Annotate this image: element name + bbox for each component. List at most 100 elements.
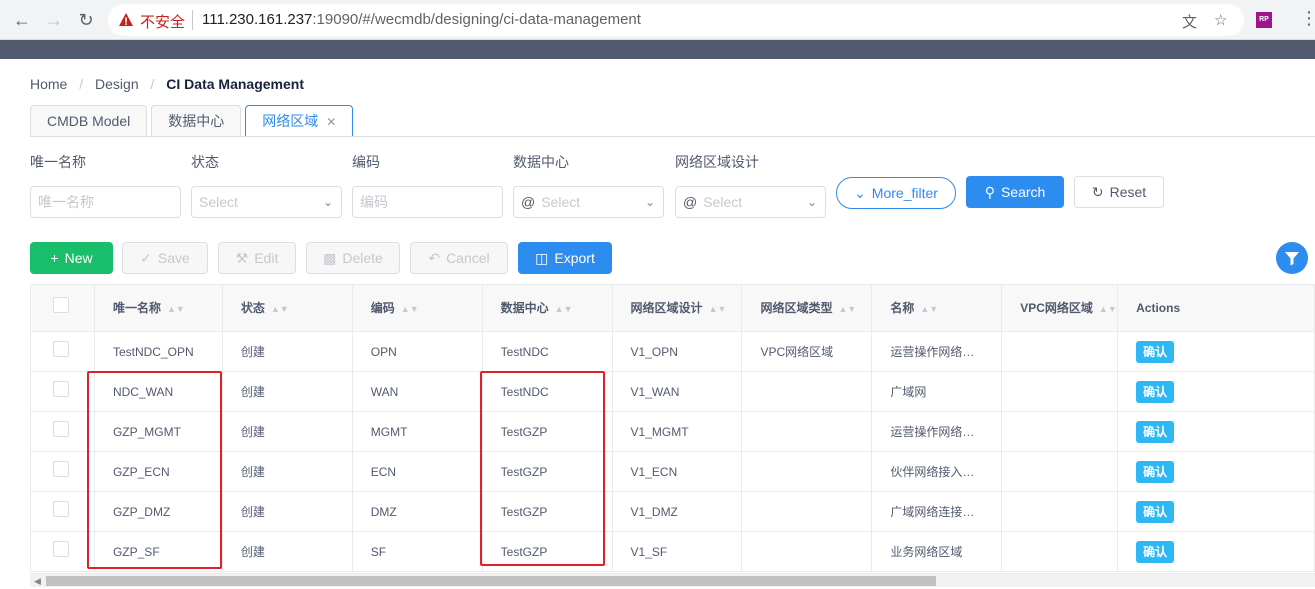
breadcrumb: Home / Design / CI Data Management xyxy=(30,76,312,92)
filter-label-status: 状态 xyxy=(191,154,219,170)
table-row[interactable]: GZP_DMZ 创建 DMZ TestGZP V1_DMZ 广域网络连接… 确认 xyxy=(31,492,1315,532)
row-select-cell xyxy=(31,452,95,491)
scroll-left-icon[interactable]: ◀ xyxy=(34,574,41,588)
breadcrumb-current: CI Data Management xyxy=(166,76,304,92)
sort-icon[interactable]: ▲▼ xyxy=(709,304,727,314)
back-icon[interactable]: ← xyxy=(10,8,34,32)
table-row[interactable]: GZP_MGMT 创建 MGMT TestGZP V1_MGMT 运营操作网络… 确认 xyxy=(31,412,1315,452)
export-icon: ◫ xyxy=(535,250,549,266)
status-select[interactable]: Select ⌄ xyxy=(191,186,342,218)
column-header[interactable]: 唯一名称 ▲▼ xyxy=(95,285,223,331)
tab-cmdb-model[interactable]: CMDB Model xyxy=(30,105,148,137)
table-row[interactable]: GZP_ECN 创建 ECN TestGZP V1_ECN 伙伴网络接入… 确认 xyxy=(31,452,1315,492)
row-checkbox[interactable] xyxy=(53,540,69,557)
code-input[interactable]: 编码 xyxy=(352,186,503,218)
table-row[interactable]: NDC_WAN 创建 WAN TestNDC V1_WAN 广域网 确认 xyxy=(31,372,1315,412)
horizontal-scrollbar[interactable]: ◀ xyxy=(30,573,1315,587)
table-cell: SF xyxy=(353,532,483,571)
table-cell xyxy=(742,532,873,571)
column-header[interactable]: 数据中心 ▲▼ xyxy=(483,285,613,331)
sort-icon[interactable]: ▲▼ xyxy=(1099,304,1117,314)
confirm-button[interactable]: 确认 xyxy=(1136,381,1175,403)
table-cell: ECN xyxy=(353,452,483,491)
row-checkbox[interactable] xyxy=(53,340,69,357)
unique-name-input[interactable]: 唯一名称 xyxy=(30,186,181,218)
table-cell: 确认 xyxy=(1118,452,1315,491)
row-checkbox[interactable] xyxy=(53,460,69,477)
extension-icon[interactable]: RP xyxy=(1256,12,1272,28)
filter-label-code: 编码 xyxy=(352,154,380,170)
annotation-box-unique-names xyxy=(87,371,222,569)
table-body: TestNDC_OPN 创建 OPN TestNDC V1_OPN VPC网络区域 运营操作… xyxy=(31,332,1315,572)
column-filter-button[interactable] xyxy=(1276,242,1308,274)
cancel-button[interactable]: ↶ Cancel xyxy=(410,242,508,274)
reload-icon[interactable]: ↻ xyxy=(74,8,98,32)
browser-menu-icon[interactable]: ⋮ xyxy=(1300,8,1315,29)
breadcrumb-design[interactable]: Design xyxy=(95,76,139,92)
table-cell: V1_OPN xyxy=(613,332,743,371)
at-icon: @ xyxy=(521,194,536,210)
table-cell: TestNDC_OPN xyxy=(95,332,223,371)
tab-network-zone[interactable]: 网络区域 ✕ xyxy=(245,105,354,137)
datacenter-select[interactable]: @ Select ⌄ xyxy=(513,186,664,218)
confirm-button[interactable]: 确认 xyxy=(1136,461,1175,483)
sort-icon[interactable]: ▲▼ xyxy=(167,304,185,314)
export-button[interactable]: ◫ Export xyxy=(518,242,612,274)
row-checkbox[interactable] xyxy=(53,380,69,397)
table-row[interactable]: TestNDC_OPN 创建 OPN TestNDC V1_OPN VPC网络区域 运营操作… xyxy=(31,332,1315,372)
confirm-button[interactable]: 确认 xyxy=(1136,541,1175,563)
table-cell: 确认 xyxy=(1118,412,1315,451)
sort-icon[interactable]: ▲▼ xyxy=(838,304,856,314)
breadcrumb-home[interactable]: Home xyxy=(30,76,67,92)
column-header[interactable]: 网络区域设计 ▲▼ xyxy=(613,285,743,331)
table-cell xyxy=(1002,452,1119,491)
tab-data-center[interactable]: 数据中心 xyxy=(151,105,242,137)
column-header[interactable]: VPC网络区域 ▲▼ xyxy=(1002,285,1119,331)
address-bar[interactable]: 不安全 111.230.161.237:19090/#/wecmdb/desig… xyxy=(108,4,1244,36)
more-filter-button[interactable]: ⌄ More_filter xyxy=(836,177,956,209)
forward-icon[interactable]: → xyxy=(42,8,66,32)
edit-button[interactable]: ⚒ Edit xyxy=(218,242,296,274)
translate-icon[interactable]: 文 xyxy=(1182,11,1197,32)
delete-button[interactable]: ▩ Delete xyxy=(306,242,400,274)
sort-icon[interactable]: ▲▼ xyxy=(271,304,289,314)
save-button[interactable]: ✓ Save xyxy=(122,242,208,274)
column-header[interactable]: 网络区域类型 ▲▼ xyxy=(742,285,873,331)
table-cell: WAN xyxy=(353,372,483,411)
new-button[interactable]: + New xyxy=(30,242,113,274)
table-cell xyxy=(742,492,873,531)
table-row[interactable]: GZP_SF 创建 SF TestGZP V1_SF 业务网络区域 确认 xyxy=(31,532,1315,572)
table-cell: DMZ xyxy=(353,492,483,531)
row-checkbox[interactable] xyxy=(53,420,69,437)
table-cell xyxy=(1002,412,1119,451)
filter-label-unique-name: 唯一名称 xyxy=(30,154,86,170)
table-cell xyxy=(1002,492,1119,531)
sort-icon[interactable]: ▲▼ xyxy=(920,304,938,314)
bookmark-star-icon[interactable]: ☆ xyxy=(1214,11,1227,29)
table-cell xyxy=(1002,332,1119,371)
confirm-button[interactable]: 确认 xyxy=(1136,421,1175,443)
confirm-button[interactable]: 确认 xyxy=(1136,341,1175,363)
search-icon: ⚲ xyxy=(984,184,995,200)
scrollbar-thumb[interactable] xyxy=(46,576,936,586)
select-all-checkbox[interactable] xyxy=(53,296,69,313)
close-icon[interactable]: ✕ xyxy=(326,115,336,129)
table-cell xyxy=(1002,532,1119,571)
undo-icon: ↶ xyxy=(428,250,441,266)
filter-label-zone-design: 网络区域设计 xyxy=(675,154,759,170)
column-header[interactable]: 状态 ▲▼ xyxy=(223,285,353,331)
sort-icon[interactable]: ▲▼ xyxy=(401,304,419,314)
search-button[interactable]: ⚲ Search xyxy=(966,176,1064,208)
row-select-cell xyxy=(31,332,95,371)
column-header[interactable]: 编码 ▲▼ xyxy=(353,285,483,331)
sort-icon[interactable]: ▲▼ xyxy=(555,304,573,314)
table-cell: MGMT xyxy=(353,412,483,451)
reset-button[interactable]: ↻ Reset xyxy=(1074,176,1164,208)
row-checkbox[interactable] xyxy=(53,500,69,517)
table-cell xyxy=(742,412,873,451)
column-header[interactable]: 名称 ▲▼ xyxy=(872,285,1003,331)
confirm-button[interactable]: 确认 xyxy=(1136,501,1175,523)
table-cell: VPC网络区域 xyxy=(742,332,873,371)
zone-design-select[interactable]: @ Select ⌄ xyxy=(675,186,826,218)
table-cell: 创建 xyxy=(223,492,353,531)
